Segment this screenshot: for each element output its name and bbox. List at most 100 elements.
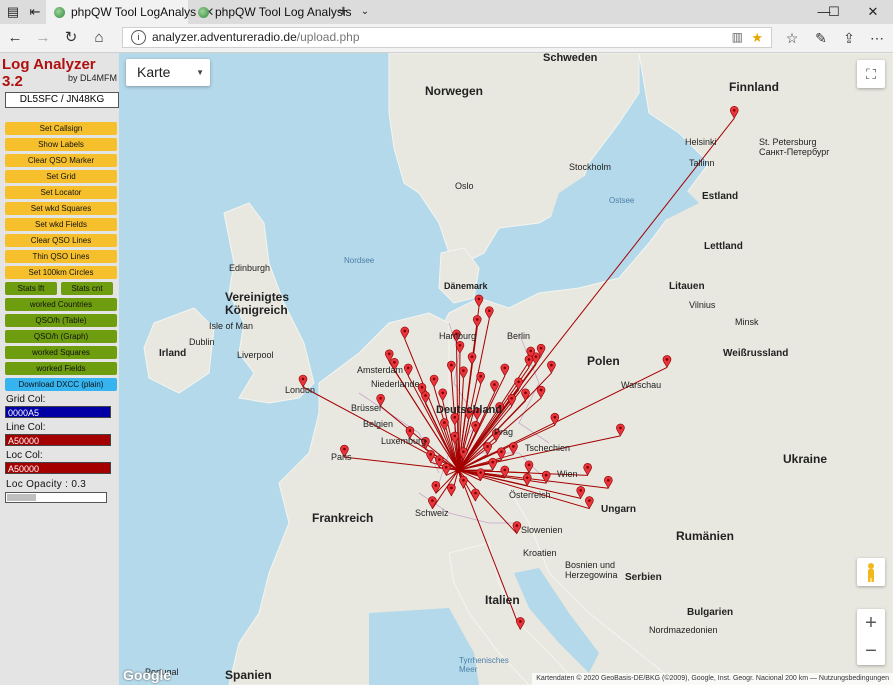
clear-qso-lines-button[interactable]: Clear QSO Lines <box>5 234 117 247</box>
url-input[interactable]: i analyzer.adventureradio.de/upload.php ▥… <box>122 27 772 48</box>
label-schweden: Schweden <box>543 53 598 64</box>
qso-marker-dot <box>343 447 346 451</box>
tab-manager-icon[interactable]: ▤ <box>4 3 22 21</box>
maximize-button[interactable]: ☐ <box>822 0 846 24</box>
label-belgien: Belgien <box>363 419 393 429</box>
label-lettland: Lettland <box>704 241 743 252</box>
qso-marker-dot <box>462 478 465 482</box>
qso-marker-dot <box>450 486 453 490</box>
stats-lft-button[interactable]: Stats lft <box>5 282 57 295</box>
label-bulgarien: Bulgarien <box>687 607 733 618</box>
fullscreen-button[interactable]: ⛶ <box>857 60 885 88</box>
set-callsign-button[interactable]: Set Callsign <box>5 122 117 135</box>
worked-squares-button[interactable]: worked Squares <box>5 346 117 359</box>
qso-marker-dot <box>424 394 427 397</box>
qso-marker-dot <box>512 445 515 448</box>
thin-qso-lines-button[interactable]: Thin QSO Lines <box>5 250 117 263</box>
qso-marker-dot <box>477 297 481 301</box>
set-grid-button[interactable]: Set Grid <box>5 170 117 183</box>
forward-icon[interactable]: → <box>32 28 54 48</box>
set-wkd-fields-button[interactable]: Set wkd Fields <box>5 218 117 231</box>
qso-marker-dot <box>432 377 436 381</box>
control-panel: Log Analyzer 3.2 by DL4MFM DL5SFC / JN48… <box>0 53 119 685</box>
dropdown-caret-icon: ▼ <box>196 68 204 77</box>
qso-marker-dot <box>525 476 529 479</box>
clear-qso-marker-button[interactable]: Clear QSO Marker <box>5 154 117 167</box>
favorite-star-icon[interactable]: ★ <box>751 28 763 47</box>
worked-fields-button[interactable]: worked Fields <box>5 362 117 375</box>
qso-marker-dot <box>527 463 531 467</box>
map-attribution: Kartendaten © 2020 GeoBasis-DE/BKG (©200… <box>532 673 893 685</box>
chevron-down-icon[interactable]: ⌄ <box>356 3 374 21</box>
info-icon[interactable]: i <box>131 30 146 46</box>
favorites-icon[interactable]: ☆ <box>781 27 803 49</box>
home-icon[interactable]: ⌂ <box>88 28 110 48</box>
qso-marker-dot <box>462 450 465 454</box>
site-favicon-icon <box>54 7 65 19</box>
label-nordsee: Nordsee <box>344 256 375 265</box>
reading-view-icon[interactable]: ▥ <box>732 28 743 47</box>
refresh-icon[interactable]: ↻ <box>60 28 82 48</box>
label-vilnius: Vilnius <box>689 300 716 310</box>
label-litauen: Litauen <box>669 281 705 292</box>
label-bruessel: Brüssel <box>351 403 381 413</box>
qso-marker-dot <box>431 499 434 502</box>
close-window-button[interactable]: ✕ <box>858 0 888 24</box>
google-logo: Google <box>123 667 172 683</box>
label-ungarn: Ungarn <box>601 504 636 515</box>
tab-loganalys[interactable]: phpQW Tool LogAnalys ✕ <box>46 0 214 24</box>
label-vereinigtes: Vereinigtes Königreich <box>225 290 289 317</box>
label-ostsee: Ostsee <box>609 196 635 205</box>
set-aside-tabs-icon[interactable]: ⇤ <box>26 3 44 21</box>
qso-marker-dot <box>450 363 453 367</box>
zoom-control: + − <box>857 609 885 665</box>
label-berlin: Berlin <box>507 331 530 341</box>
back-icon[interactable]: ← <box>4 28 26 48</box>
loc-opacity-slider[interactable] <box>5 492 107 503</box>
label-daenemark: Dänemark <box>444 281 489 291</box>
more-icon[interactable]: ⋯ <box>866 27 888 49</box>
qso-h-graph-button[interactable]: QSO/h (Graph) <box>5 330 117 343</box>
tab-log-analysis[interactable]: phpQW Tool Log Analysis <box>190 0 352 24</box>
stats-cnt-button[interactable]: Stats cnt <box>61 282 113 295</box>
qso-marker-dot <box>462 369 465 372</box>
label-frankreich: Frankreich <box>312 511 373 525</box>
show-labels-button[interactable]: Show Labels <box>5 138 117 151</box>
label-stockholm: Stockholm <box>569 162 611 172</box>
qso-marker-dot <box>479 471 482 474</box>
label-deutschland: Deutschland <box>436 404 502 416</box>
label-wien: Wien <box>557 469 578 479</box>
set-100km-circles-button[interactable]: Set 100km Circles <box>5 266 117 279</box>
new-tab-icon[interactable]: + <box>334 3 352 21</box>
loc-col-input[interactable]: A50000 <box>5 462 111 474</box>
map-type-dropdown[interactable]: Karte ▼ <box>126 59 210 86</box>
label-normazedonien: Nordmazedonien <box>649 625 718 635</box>
download-dxcc-button[interactable]: Download DXCC (plain) <box>5 378 117 391</box>
zoom-in-button[interactable]: + <box>857 609 885 637</box>
qso-h-table-button[interactable]: QSO/h (Table) <box>5 314 117 327</box>
worked-countries-button[interactable]: worked Countries <box>5 298 117 311</box>
map-canvas[interactable]: Schweden Norwegen Finnland Helsinki St. … <box>119 53 893 685</box>
grid-col-input[interactable]: 0000A5 <box>5 406 111 418</box>
qso-marker-dot <box>491 460 495 464</box>
line-col-input[interactable]: A50000 <box>5 434 111 446</box>
qso-marker-dot <box>524 391 527 395</box>
zoom-out-button[interactable]: − <box>857 637 885 665</box>
qso-marker-dot <box>474 491 477 495</box>
label-prag: Prag <box>494 427 513 437</box>
qso-marker-dot <box>475 318 479 321</box>
qso-marker-dot <box>429 453 432 456</box>
label-italien: Italien <box>485 593 520 607</box>
pegman-streetview-button[interactable] <box>857 558 885 586</box>
set-wkd-squares-button[interactable]: Set wkd Squares <box>5 202 117 215</box>
set-locator-button[interactable]: Set Locator <box>5 186 117 199</box>
label-niederlande: Niederlande <box>371 379 420 389</box>
loc-opacity-label: Loc Opacity : 0.3 <box>6 479 87 490</box>
loc-col-label: Loc Col: <box>6 450 43 461</box>
pen-icon[interactable]: ✎ <box>810 27 832 49</box>
qso-marker-dot <box>503 468 507 472</box>
label-slowenien: Slowenien <box>521 525 563 535</box>
qso-marker-dot <box>517 380 520 384</box>
label-schweiz: Schweiz <box>415 508 449 518</box>
share-icon[interactable]: ⇪ <box>838 27 860 49</box>
